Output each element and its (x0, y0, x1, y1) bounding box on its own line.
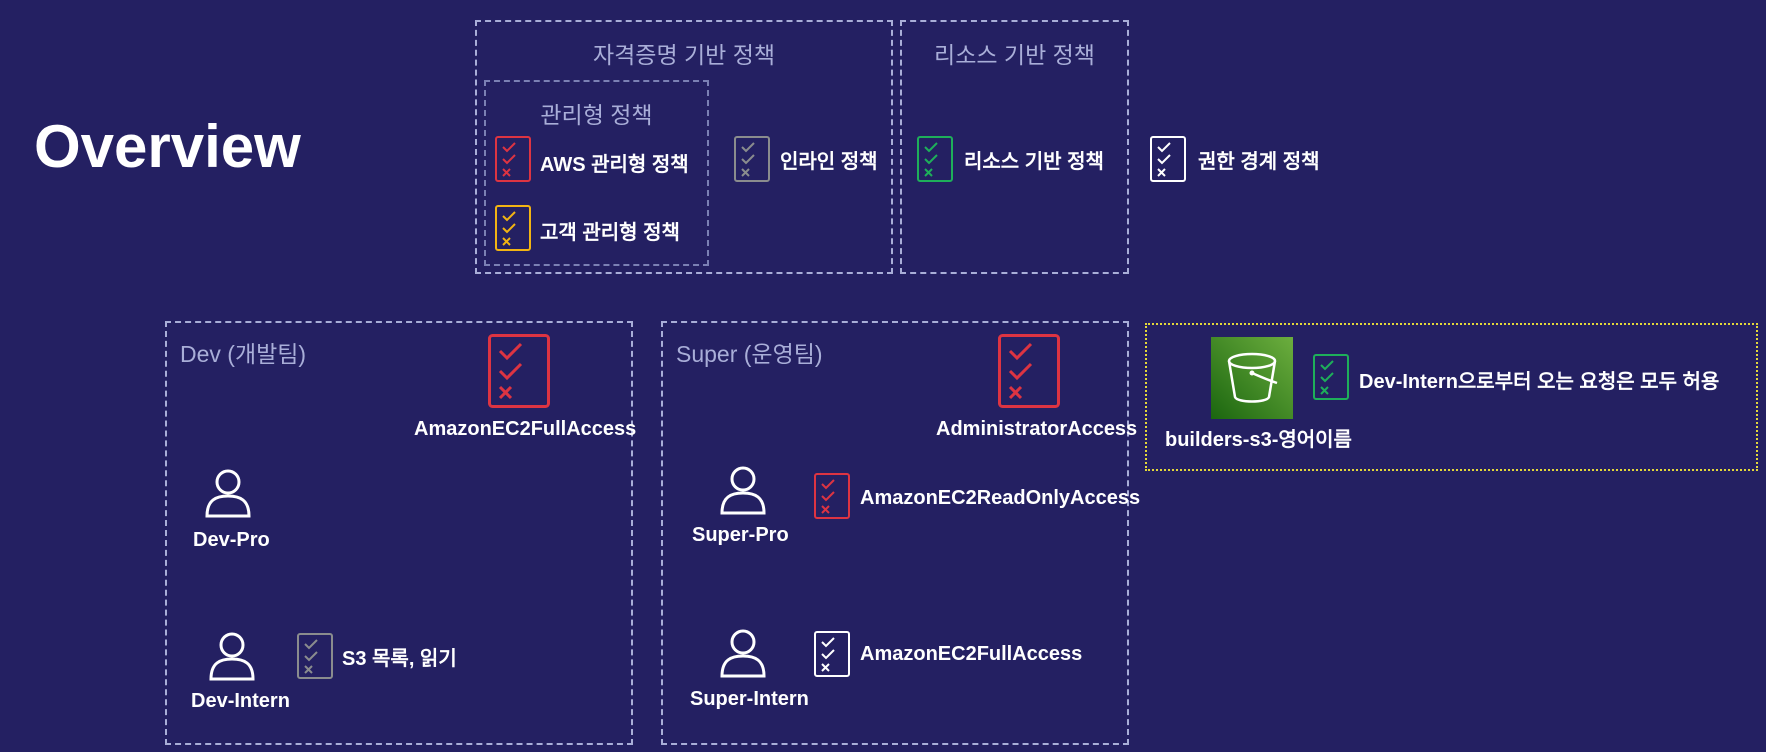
dev-intern-user-icon (207, 631, 257, 681)
super-pro-user-icon (718, 465, 768, 515)
dev-group-policy-label: AmazonEC2FullAccess (414, 418, 637, 440)
dev-intern-inline-label: S3 목록, 읽기 (342, 648, 457, 670)
customer-managed-label: 고객 관리형 정책 (540, 222, 680, 244)
super-group-title: Super (운영팀) (676, 341, 823, 367)
customer-managed-policy-icon (495, 205, 531, 251)
aws-managed-policy-icon (495, 136, 531, 182)
managed-header: 관리형 정책 (540, 102, 653, 128)
resource-based-label: 리소스 기반 정책 (964, 151, 1104, 173)
dev-group-policy-icon (488, 334, 550, 408)
super-group-policy-label: AdministratorAccess (936, 418, 1138, 440)
dev-intern-inline-policy-icon (297, 633, 333, 679)
dev-intern-label: Dev-Intern (191, 690, 290, 712)
dev-pro-user-icon (203, 468, 253, 518)
super-pro-policy-icon (814, 473, 850, 519)
bucket-resource-policy-icon (1313, 354, 1349, 400)
dev-group-title: Dev (개발팀) (180, 341, 307, 367)
resource-based-policy-icon (917, 136, 953, 182)
resource-based-header: 리소스 기반 정책 (934, 42, 1095, 68)
identity-based-header: 자격증명 기반 정책 (592, 42, 776, 68)
super-intern-label: Super-Intern (690, 688, 809, 710)
s3-bucket-name: builders-s3-영어이름 (1165, 429, 1352, 451)
permission-boundary-label: 권한 경계 정책 (1198, 151, 1320, 173)
aws-managed-label: AWS 관리형 정책 (540, 154, 689, 176)
super-pro-policy-label: AmazonEC2ReadOnlyAccess (860, 487, 1141, 509)
super-intern-policy-label: AmazonEC2FullAccess (860, 643, 1083, 665)
inline-policy-icon (734, 136, 770, 182)
inline-label: 인라인 정책 (780, 151, 878, 173)
page-title: Overview (34, 113, 301, 180)
permission-boundary-policy-icon (1150, 136, 1186, 182)
s3-bucket-icon (1211, 337, 1293, 419)
bucket-policy-label: Dev-Intern으로부터 오는 요청은 모두 허용 (1359, 371, 1720, 393)
dev-pro-label: Dev-Pro (193, 529, 270, 551)
super-intern-boundary-policy-icon (814, 631, 850, 677)
super-pro-label: Super-Pro (692, 524, 789, 546)
super-intern-user-icon (718, 628, 768, 678)
super-group-policy-icon (998, 334, 1060, 408)
